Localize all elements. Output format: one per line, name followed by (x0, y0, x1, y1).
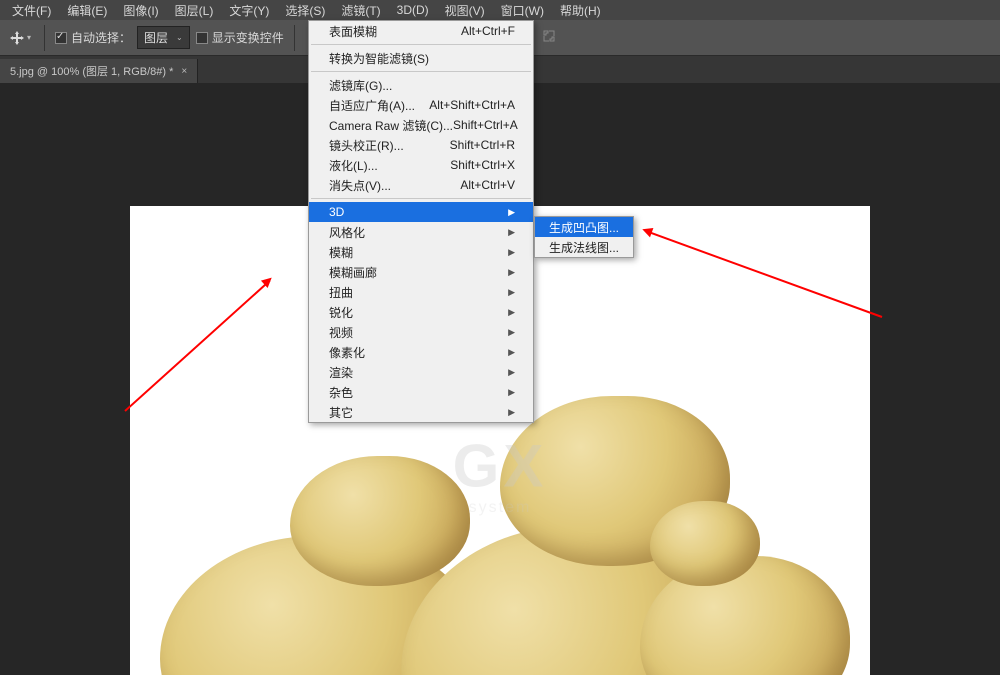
menu-divider (311, 198, 531, 199)
menu-item-label: 液化(L)... (329, 157, 378, 174)
submenu-arrow-icon: ▶ (508, 387, 515, 398)
menu-item-label: 杂色 (329, 384, 353, 401)
menu-item-label: 扭曲 (329, 284, 353, 301)
menu-item-shortcut: Alt+Ctrl+F (461, 24, 515, 38)
auto-select-label: 自动选择： (71, 29, 131, 46)
menu-item-label: 3D (329, 205, 344, 219)
show-transform-checkbox[interactable]: 显示变换控件 (196, 29, 284, 46)
menu-3d[interactable]: 3D(D) (389, 3, 437, 17)
close-icon[interactable]: × (181, 66, 187, 77)
show-transform-label: 显示变换控件 (212, 29, 284, 46)
filter-last-item[interactable]: 表面模糊 Alt+Ctrl+F (309, 21, 533, 41)
menu-item-label: 渲染 (329, 364, 353, 381)
move-tool-icon[interactable]: ▾ (6, 26, 34, 50)
menubar: 文件(F) 编辑(E) 图像(I) 图层(L) 文字(Y) 选择(S) 滤镜(T… (0, 0, 1000, 20)
menu-item-label: 自适应广角(A)... (329, 97, 415, 114)
menu-item-label: 生成法线图... (549, 239, 619, 256)
chevron-down-icon: ▾ (27, 33, 31, 42)
menu-item-shortcut: Alt+Shift+Ctrl+A (429, 98, 515, 112)
filter-render-item[interactable]: 渲染 ▶ (309, 362, 533, 382)
menu-item-label: 模糊画廊 (329, 264, 377, 281)
menu-item-label: Camera Raw 滤镜(C)... (329, 117, 453, 134)
filter-pixelate-item[interactable]: 像素化 ▶ (309, 342, 533, 362)
menu-select[interactable]: 选择(S) (277, 2, 333, 19)
menu-item-label: 模糊 (329, 244, 353, 261)
document-tab-title: 5.jpg @ 100% (图层 1, RGB/8#) * (10, 63, 173, 79)
filter-noise-item[interactable]: 杂色 ▶ (309, 382, 533, 402)
content-shape (650, 501, 760, 586)
menu-item-label: 生成凹凸图... (549, 219, 619, 236)
filter-stylize-item[interactable]: 风格化 ▶ (309, 222, 533, 242)
filter-blurgallery-item[interactable]: 模糊画廊 ▶ (309, 262, 533, 282)
filter-3d-submenu: 生成凹凸图... 生成法线图... (534, 216, 634, 258)
filter-smart-item[interactable]: 转换为智能滤镜(S) (309, 48, 533, 68)
filter-3d-item[interactable]: 3D ▶ (309, 202, 533, 222)
menu-view[interactable]: 视图(V) (437, 2, 493, 19)
menu-help[interactable]: 帮助(H) (552, 2, 609, 19)
menu-item-shortcut: Alt+Ctrl+V (460, 178, 515, 192)
menu-item-shortcut: Shift+Ctrl+R (450, 138, 515, 152)
menu-image[interactable]: 图像(I) (115, 2, 166, 19)
menu-window[interactable]: 窗口(W) (493, 2, 552, 19)
menu-item-shortcut: Shift+Ctrl+A (453, 118, 518, 132)
auto-select-target-value: 图层 (144, 29, 168, 46)
menu-type[interactable]: 文字(Y) (221, 2, 277, 19)
toolbar-separator (294, 25, 295, 51)
filter-vanishing-item[interactable]: 消失点(V)... Alt+Ctrl+V (309, 175, 533, 195)
menu-item-label: 表面模糊 (329, 23, 377, 40)
submenu-arrow-icon: ▶ (508, 407, 515, 418)
submenu-arrow-icon: ▶ (508, 327, 515, 338)
scale-icon[interactable] (541, 28, 557, 47)
filter-lens-item[interactable]: 镜头校正(R)... Shift+Ctrl+R (309, 135, 533, 155)
menu-item-label: 镜头校正(R)... (329, 137, 404, 154)
filter-sharpen-item[interactable]: 锐化 ▶ (309, 302, 533, 322)
menu-item-label: 转换为智能滤镜(S) (329, 50, 429, 67)
submenu-arrow-icon: ▶ (508, 287, 515, 298)
document-tab[interactable]: 5.jpg @ 100% (图层 1, RGB/8#) * × (0, 59, 198, 83)
content-shape (290, 456, 470, 586)
submenu-arrow-icon: ▶ (508, 227, 515, 238)
menu-divider (311, 71, 531, 72)
checkbox-icon (196, 32, 208, 44)
submenu-arrow-icon: ▶ (508, 207, 515, 218)
filter-blur-item[interactable]: 模糊 ▶ (309, 242, 533, 262)
menu-item-label: 锐化 (329, 304, 353, 321)
menu-item-label: 消失点(V)... (329, 177, 391, 194)
menu-filter[interactable]: 滤镜(T) (333, 2, 388, 19)
menu-item-label: 像素化 (329, 344, 365, 361)
filter-adaptive-item[interactable]: 自适应广角(A)... Alt+Shift+Ctrl+A (309, 95, 533, 115)
menu-item-label: 风格化 (329, 224, 365, 241)
submenu-arrow-icon: ▶ (508, 347, 515, 358)
menu-edit[interactable]: 编辑(E) (59, 2, 115, 19)
submenu-arrow-icon: ▶ (508, 247, 515, 258)
menu-layer[interactable]: 图层(L) (167, 2, 222, 19)
toolbar-separator (44, 25, 45, 51)
filter-gallery-item[interactable]: 滤镜库(G)... (309, 75, 533, 95)
filter-menu-dropdown: 表面模糊 Alt+Ctrl+F 转换为智能滤镜(S) 滤镜库(G)... 自适应… (308, 20, 534, 423)
menu-file[interactable]: 文件(F) (4, 2, 59, 19)
filter-video-item[interactable]: 视频 ▶ (309, 322, 533, 342)
menu-item-label: 滤镜库(G)... (329, 77, 392, 94)
menu-divider (311, 44, 531, 45)
submenu-bump-item[interactable]: 生成凹凸图... (535, 217, 633, 237)
submenu-arrow-icon: ▶ (508, 367, 515, 378)
filter-other-item[interactable]: 其它 ▶ (309, 402, 533, 422)
submenu-arrow-icon: ▶ (508, 307, 515, 318)
auto-select-target[interactable]: 图层 ⌄ (137, 26, 190, 49)
submenu-arrow-icon: ▶ (508, 267, 515, 278)
filter-cameraraw-item[interactable]: Camera Raw 滤镜(C)... Shift+Ctrl+A (309, 115, 533, 135)
filter-distort-item[interactable]: 扭曲 ▶ (309, 282, 533, 302)
checkbox-icon (55, 32, 67, 44)
menu-item-shortcut: Shift+Ctrl+X (450, 158, 515, 172)
filter-liquify-item[interactable]: 液化(L)... Shift+Ctrl+X (309, 155, 533, 175)
menu-item-label: 其它 (329, 404, 353, 421)
menu-item-label: 视频 (329, 324, 353, 341)
chevron-down-icon: ⌄ (176, 33, 183, 42)
submenu-normal-item[interactable]: 生成法线图... (535, 237, 633, 257)
auto-select-checkbox[interactable]: 自动选择： (55, 29, 131, 46)
